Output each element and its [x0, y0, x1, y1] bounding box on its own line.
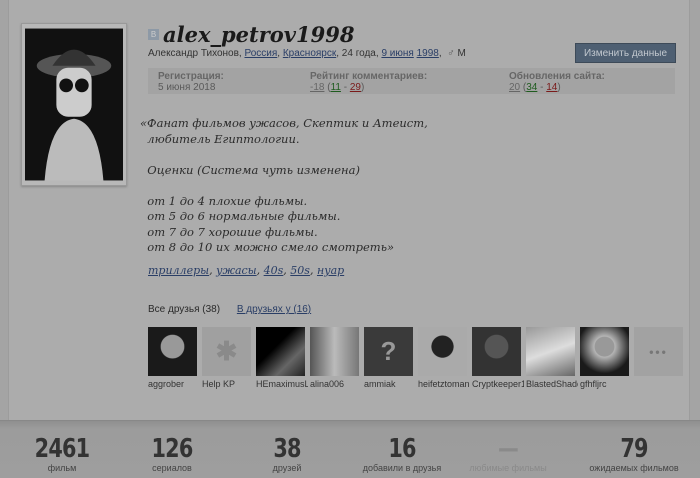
friend-item[interactable]: ✱ Help KP [202, 327, 251, 389]
avatar-image [25, 28, 123, 181]
profile-info: Александр Тихонов, Россия, Красноярск, 2… [148, 48, 466, 59]
tag-link[interactable]: 50s [290, 264, 310, 277]
friend-avatar [418, 327, 467, 376]
stat-label: фильм [47, 463, 77, 473]
more-icon: ••• [634, 327, 683, 376]
updates-label: Обновления сайта: [509, 71, 605, 82]
friends-tabs: Все друзья (38) В друзьях у (16) [148, 304, 325, 315]
stat-number: 38 [273, 434, 301, 464]
tag-link[interactable]: ужасы [216, 264, 257, 277]
stat-favorites[interactable]: — любимые фильмы [469, 435, 546, 473]
tag-link[interactable]: 40s [264, 264, 284, 277]
profile-stats-row: Регистрация: 5 июня 2018 Рейтинг коммента… [148, 68, 675, 94]
birth-year-link[interactable]: 1998 [417, 48, 439, 59]
tag-link[interactable]: нуар [317, 264, 344, 277]
stat-number: 2461 [34, 434, 91, 464]
registration-label: Регистрация: [158, 71, 224, 82]
genre-tags: триллеры, ужасы, 40s, 50s, нуар [148, 264, 345, 277]
tab-all-friends[interactable]: Все друзья (38) [148, 304, 220, 315]
username: alex_petrov1998 [163, 22, 355, 47]
updates-minus[interactable]: 14 [546, 82, 557, 93]
vk-icon[interactable]: В [148, 29, 159, 40]
about-text: «Фанат фильмов ужасов, Скептик и Атеист,… [140, 116, 428, 254]
stat-label: добавили в друзья [362, 463, 442, 473]
stat-number: — [498, 434, 519, 464]
stat-films[interactable]: 2461 фильм [28, 435, 96, 473]
stat-added-by[interactable]: 16 добавили в друзья [363, 435, 441, 473]
full-name: Александр Тихонов [148, 48, 239, 59]
country-link[interactable]: Россия [244, 48, 277, 59]
stat-label: ожидаемых фильмов [589, 463, 679, 473]
friend-item[interactable]: gfhfljrc [580, 327, 629, 389]
friend-item[interactable]: ? ammiak [364, 327, 413, 389]
friend-avatar [580, 327, 629, 376]
stat-number: 126 [151, 434, 193, 464]
friend-name: Help KP [202, 379, 236, 389]
rating-minus[interactable]: 29 [350, 82, 361, 93]
friend-avatar [148, 327, 197, 376]
profile-header: Вalex_petrov1998 [148, 22, 354, 47]
friend-name: heifetztoman [418, 379, 470, 389]
friend-name: Cryptkeeper1 [472, 379, 524, 389]
stat-label: сериалов [152, 463, 192, 473]
friend-avatar [256, 327, 305, 376]
age: 24 года [341, 48, 376, 59]
friend-item[interactable]: HEmaximusL [256, 327, 308, 389]
stat-number: 79 [620, 434, 648, 464]
friends-list: aggrober ✱ Help KP HEmaximusL alina006 ? a… [148, 327, 683, 389]
rating-total[interactable]: -18 [310, 82, 324, 93]
friend-avatar [310, 327, 359, 376]
stat-number: 16 [388, 434, 416, 464]
male-icon: ♂ [447, 48, 455, 59]
friend-name: gfhfljrc [580, 379, 607, 389]
stat-awaited[interactable]: 79 ожидаемых фильмов [589, 435, 678, 473]
friend-avatar [526, 327, 575, 376]
rating-plus[interactable]: 11 [331, 82, 341, 93]
stat-label: друзей [272, 463, 302, 473]
more-friends-button[interactable]: ••• [634, 327, 683, 389]
rating-label: Рейтинг комментариев: [310, 71, 428, 82]
friend-avatar [472, 327, 521, 376]
stat-label: любимые фильмы [469, 463, 547, 473]
bottom-stats-bar: 2461 фильм 126 сериалов 38 друзей 16 добавил… [0, 420, 700, 478]
updates-total[interactable]: 20 [509, 82, 520, 93]
friend-name: HEmaximusL [256, 379, 308, 389]
friend-name: alina006 [310, 379, 345, 389]
updates-plus[interactable]: 34 [526, 82, 537, 93]
friend-item[interactable]: BlastedShadc [526, 327, 578, 389]
gender: М [457, 48, 466, 59]
stat-series[interactable]: 126 сериалов [146, 435, 197, 473]
city-link[interactable]: Красноярск [283, 48, 336, 59]
tag-link[interactable]: триллеры [148, 264, 209, 277]
friend-item[interactable]: alina006 [310, 327, 359, 389]
friend-item[interactable]: Cryptkeeper1 [472, 327, 524, 389]
friend-item[interactable]: aggrober [148, 327, 197, 389]
friend-name: aggrober [148, 379, 185, 389]
registration-value: 5 июня 2018 [158, 82, 216, 93]
stat-friends[interactable]: 38 друзей [270, 435, 304, 473]
birthday-link[interactable]: 9 июня [381, 48, 413, 59]
friend-name: BlastedShadc [526, 379, 578, 389]
friend-avatar: ✱ [202, 327, 251, 376]
tab-in-friends[interactable]: В друзьях у (16) [237, 304, 311, 315]
edit-profile-button[interactable]: Изменить данные [575, 43, 676, 63]
friend-avatar: ? [364, 327, 413, 376]
profile-photo[interactable] [21, 23, 127, 186]
friend-name: ammiak [364, 379, 396, 389]
friend-item[interactable]: heifetztoman [418, 327, 470, 389]
